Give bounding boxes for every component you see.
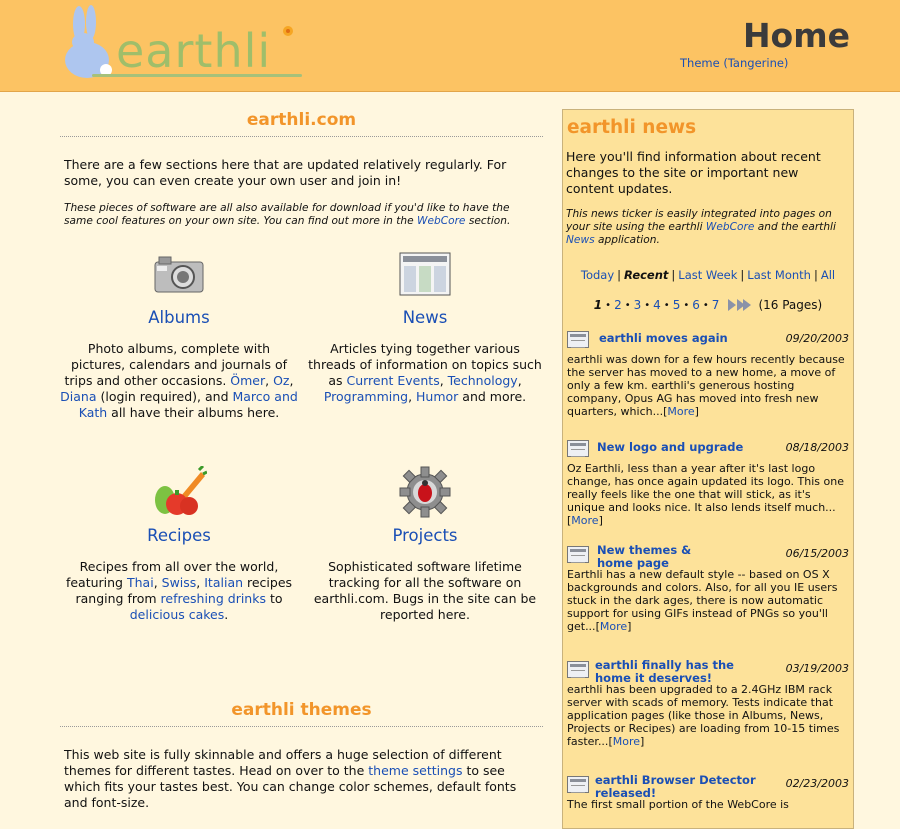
news-item: earthli finally has the home it deserves… xyxy=(567,659,851,748)
albums-description: Photo albums, complete with pictures, ca… xyxy=(60,341,298,420)
theme-settings-link[interactable]: theme settings xyxy=(368,763,462,778)
page-6[interactable]: 6 xyxy=(692,298,700,312)
section-title-themes: earthli themes xyxy=(60,700,543,727)
news-item-date: 03/19/2003 xyxy=(785,662,849,675)
recipes-thai-link[interactable]: Thai xyxy=(127,575,154,590)
page-4[interactable]: 4 xyxy=(653,298,661,312)
page-2[interactable]: 2 xyxy=(614,298,622,312)
news-sidebar-title: earthli news xyxy=(567,117,697,138)
more-link[interactable]: More xyxy=(667,405,694,418)
vegetables-icon[interactable] xyxy=(60,464,298,520)
feature-news: News Articles tying together various thr… xyxy=(306,246,544,405)
news-item-title[interactable]: earthli finally has the home it deserves… xyxy=(595,659,750,685)
news-current-events-link[interactable]: Current Events xyxy=(346,373,439,388)
filter-recent[interactable]: Recent xyxy=(624,268,668,282)
page-count: (16 Pages) xyxy=(758,298,823,312)
main-content: earthli.com There are a few sections her… xyxy=(60,110,543,706)
page-1: 1 xyxy=(593,298,603,312)
page-title: Home xyxy=(742,16,850,55)
themes-text: This web site is fully skinnable and off… xyxy=(64,747,517,810)
feature-albums: Albums Photo albums, complete with pictu… xyxy=(60,246,298,421)
news-sidebar-note: This news ticker is easily integrated in… xyxy=(566,208,836,246)
news-technology-link[interactable]: Technology xyxy=(448,373,518,388)
news-article-icon xyxy=(567,661,589,678)
section-title-earthli: earthli.com xyxy=(60,110,543,137)
news-item-body: Oz Earthli, less than a year after it's … xyxy=(567,462,844,527)
filter-all[interactable]: All xyxy=(821,268,835,282)
header: earthli Home Theme (Tangerine) xyxy=(0,0,900,92)
filter-last-week[interactable]: Last Week xyxy=(678,268,737,282)
sidebar-webcore-link[interactable]: WebCore xyxy=(706,221,754,233)
recipes-italian-link[interactable]: Italian xyxy=(204,575,243,590)
software-note: These pieces of software are all also av… xyxy=(64,202,511,227)
themes-section: earthli themes This web site is fully sk… xyxy=(60,700,543,811)
feature-recipes: Recipes Recipes from all over the world,… xyxy=(60,464,298,623)
next-page-icon[interactable] xyxy=(728,299,737,311)
news-item-body: earthli was down for a few hours recentl… xyxy=(567,353,845,418)
feature-projects: Projects Sophisticated software lifetime… xyxy=(306,464,544,623)
news-item: New themes & home page 06/15/2003 Earthl… xyxy=(567,544,851,633)
album-oz-link[interactable]: Oz xyxy=(273,373,289,388)
news-item-body: earthli has been upgraded to a 2.4GHz IB… xyxy=(567,683,840,748)
earthli-logo[interactable]: earthli xyxy=(62,4,307,82)
news-article-icon xyxy=(567,440,589,457)
album-omer-link[interactable]: Ömer xyxy=(230,373,265,388)
albums-link[interactable]: Albums xyxy=(60,308,298,327)
recipes-description: Recipes from all over the world, featuri… xyxy=(65,559,293,622)
news-item: earthli moves again 09/20/2003 earthli w… xyxy=(567,329,851,418)
news-programming-link[interactable]: Programming xyxy=(324,389,408,404)
recipes-link[interactable]: Recipes xyxy=(60,526,298,545)
recipes-cakes-link[interactable]: delicious cakes xyxy=(130,607,225,622)
album-diana-link[interactable]: Diana xyxy=(60,389,96,404)
news-item: New logo and upgrade 08/18/2003 Oz Earth… xyxy=(567,438,851,527)
logo-text: earthli xyxy=(116,24,272,78)
news-link[interactable]: News xyxy=(306,308,544,327)
newspaper-icon[interactable] xyxy=(306,246,544,302)
bug-gear-icon[interactable] xyxy=(306,464,544,520)
news-item-date: 02/23/2003 xyxy=(785,777,849,790)
news-article-icon xyxy=(567,776,589,793)
filter-last-month[interactable]: Last Month xyxy=(747,268,811,282)
news-item-date: 08/18/2003 xyxy=(785,441,849,454)
camera-icon[interactable] xyxy=(60,246,298,302)
recipes-drinks-link[interactable]: refreshing drinks xyxy=(161,591,266,606)
feature-grid: Albums Photo albums, complete with pictu… xyxy=(60,246,543,706)
news-pager: 1 • 2 • 3 • 4 • 5 • 6 • 7 (16 Pages) xyxy=(593,298,823,312)
news-item-body: Earthli has a new default style -- based… xyxy=(567,568,838,633)
news-item-date: 09/20/2003 xyxy=(785,332,849,345)
news-filters: Today | Recent | Last Week | Last Month | All xyxy=(580,268,836,282)
news-item-title[interactable]: earthli moves again xyxy=(599,332,749,345)
news-item-date: 06/15/2003 xyxy=(785,547,849,560)
projects-description: Sophisticated software lifetime tracking… xyxy=(313,559,537,622)
recipes-swiss-link[interactable]: Swiss xyxy=(162,575,197,590)
news-sidebar-intro: Here you'll find information about recen… xyxy=(566,149,821,196)
page-3[interactable]: 3 xyxy=(634,298,642,312)
page-5[interactable]: 5 xyxy=(673,298,681,312)
news-item-title[interactable]: New logo and upgrade xyxy=(597,441,757,454)
page-7[interactable]: 7 xyxy=(712,298,720,312)
sidebar-news-link[interactable]: News xyxy=(566,234,595,246)
more-link[interactable]: More xyxy=(613,735,640,748)
news-item-title[interactable]: New themes & home page xyxy=(597,544,717,570)
news-item-title[interactable]: earthli Browser Detector released! xyxy=(595,774,765,800)
news-sidebar: earthli news Here you'll find informatio… xyxy=(562,109,854,829)
news-item: earthli Browser Detector released! 02/23… xyxy=(567,774,851,811)
news-humor-link[interactable]: Humor xyxy=(416,389,458,404)
webcore-link[interactable]: WebCore xyxy=(417,215,465,227)
news-description: Articles tying together various threads … xyxy=(308,341,542,404)
intro-text: There are a few sections here that are u… xyxy=(64,157,507,188)
filter-today[interactable]: Today xyxy=(581,268,614,282)
news-article-icon xyxy=(567,546,589,563)
more-link[interactable]: More xyxy=(571,514,598,527)
news-article-icon xyxy=(567,331,589,348)
projects-link[interactable]: Projects xyxy=(306,526,544,545)
more-link[interactable]: More xyxy=(600,620,627,633)
last-page-icon[interactable] xyxy=(737,299,752,311)
theme-link[interactable]: Theme (Tangerine) xyxy=(680,56,788,70)
